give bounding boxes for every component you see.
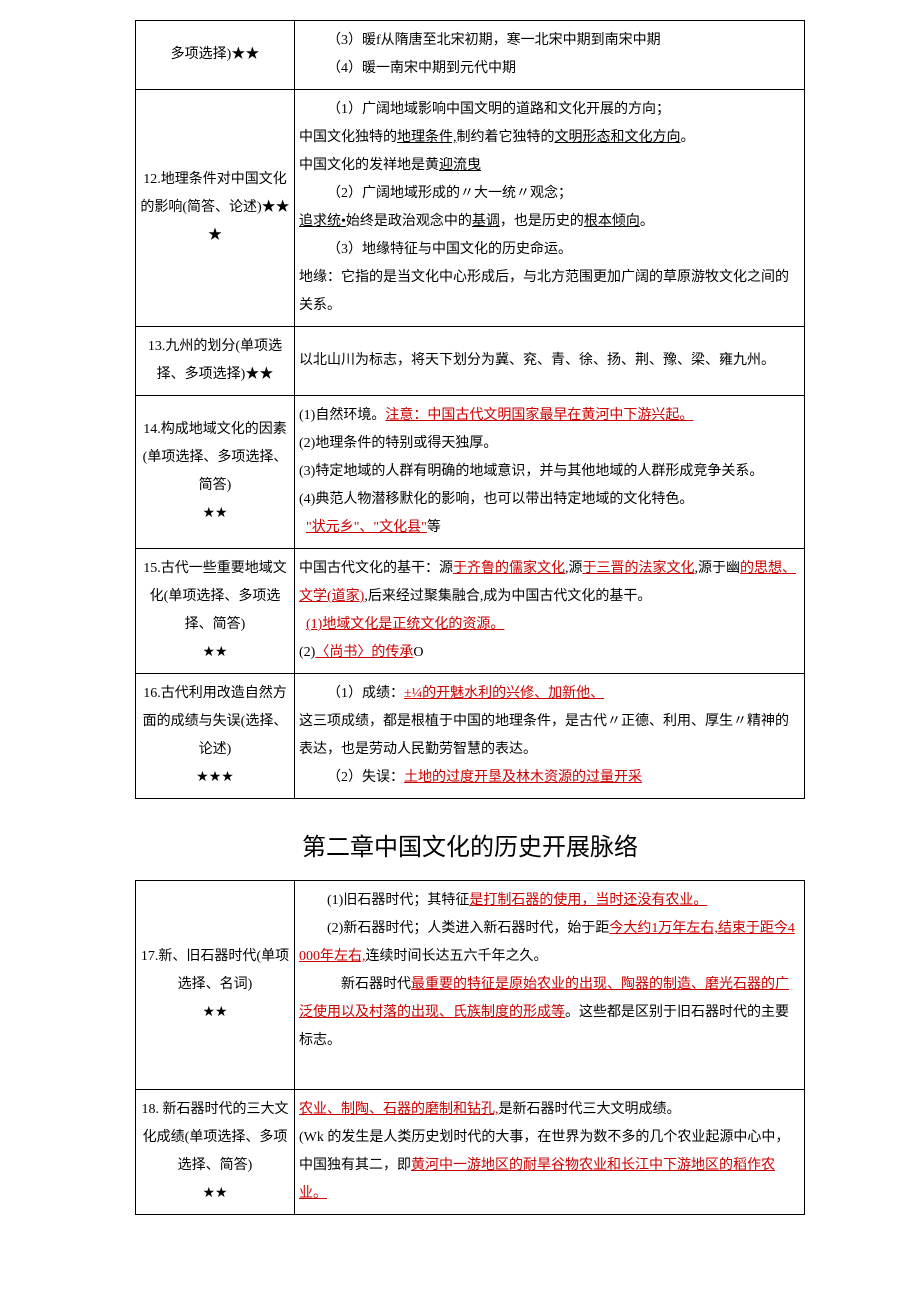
underline-text: 地理条件, [397,130,457,145]
highlight-text: 土地的过度开垦及林木资源的过量开采 [404,770,642,785]
content-line: （2）失误：土地的过度开垦及林木资源的过量开采 [299,764,800,792]
table-row: 14.构成地域文化的因素(单项选择、多项选择、简答) ★★ (1)自然环境。注意… [136,396,805,549]
content-line: 以北山川为标志，将天下划分为冀、兖、青、徐、扬、荆、豫、梁、雍九州。 [299,353,775,368]
content-line: (Wk 的发生是人类历史划时代的大事，在世界为数不多的几个农业起源中心中，中国独… [299,1130,789,1201]
table-row: 17.新、旧石器时代(单项选择、名词) ★★ (1)旧石器时代；其特征是打制石器… [136,881,805,1090]
topic-label: 多项选择)★★ [171,47,260,62]
topic-cell: 17.新、旧石器时代(单项选择、名词) ★★ [136,881,295,1090]
topic-cell: 13.九州的划分(单项选择、多项选择)★★ [136,327,295,396]
stars: ★★ [140,999,290,1027]
topic-cell: 12.地理条件对中国文化的影响(简答、论述)★★★ [136,90,295,327]
underline-text: 文明形态和文化方向 [555,130,681,145]
content-line: 农业、制陶、石器的磨制和钻孔,是新石器时代三大文明成绩。 [299,1102,681,1117]
stars: ★★★ [140,764,290,792]
highlight-text: 于三晋的法家文化 [583,561,695,576]
table-row: 13.九州的划分(单项选择、多项选择)★★ 以北山川为标志，将天下划分为冀、兖、… [136,327,805,396]
content-line: (2)地理条件的特别或得天独厚。 [299,436,497,451]
underline-text: 迎流曳 [439,158,481,173]
topic-label: 15.古代一些重要地域文化(单项选择、多项选择、简答) [143,561,287,632]
chapter-title: 第二章中国文化的历史开展脉络 [135,827,805,862]
topic-label: 16.古代利用改造自然方面的成绩与失误(选择、论述) [143,686,288,757]
content-line: 这三项成绩，都是根植于中国的地理条件，是古代〃正德、利用、厚生〃精神的表达，也是… [299,714,789,757]
content-line: (1)地域文化是正统文化的资源。 [299,617,504,632]
content-line: 新石器时代最重要的特征是原始农业的出现、陶器的制造、磨光石器的广泛使用以及村落的… [299,971,800,1055]
highlight-text: (1)地域文化是正统文化的资源。 [306,617,504,632]
content-line: (3)特定地域的人群有明确的地域意识，并与其他地域的人群形成竞争关系。 [299,464,763,479]
content-cell: (1)旧石器时代；其特征是打制石器的使用，当时还没有农业。 (2)新石器时代；人… [295,881,805,1090]
content-line: (1)旧石器时代；其特征是打制石器的使用，当时还没有农业。 [299,887,800,915]
stars: ★★ [140,639,290,667]
content-line: （1）成绩：±¼的开魅水利的兴修、加新他、 [299,680,800,708]
content-line: 地缘：它指的是当文化中心形成后，与北方范围更加广阔的草原游牧文化之间的关系。 [299,270,789,313]
table-row: 12.地理条件对中国文化的影响(简答、论述)★★★ （1）广阔地域影响中国文明的… [136,90,805,327]
topic-label: 14.构成地域文化的因素(单项选择、多项选择、简答) [143,422,288,493]
table-row: 15.古代一些重要地域文化(单项选择、多项选择、简答) ★★ 中国古代文化的基干… [136,549,805,674]
content-cell: （1）广阔地域影响中国文明的道路和文化开展的方向； 中国文化独特的地理条件,制约… [295,90,805,327]
highlight-text: 是打制石器的使用，当时还没有农业。 [469,893,707,908]
table-row: 16.古代利用改造自然方面的成绩与失误(选择、论述) ★★★ （1）成绩：±¼的… [136,674,805,799]
content-line: (2)新石器时代；人类进入新石器时代，始于距今大约1万年左右,结束于距今4000… [299,915,800,971]
content-cell: （3）暖f从隋唐至北宋初期，寒一北宋中期到南宋中期 （4）暖一南宋中期到元代中期 [295,21,805,90]
content-line: "状元乡"、"文化县"等 [299,520,441,535]
table-row: 多项选择)★★ （3）暖f从隋唐至北宋初期，寒一北宋中期到南宋中期 （4）暖一南… [136,21,805,90]
underline-text: 基调 [472,214,500,229]
topic-cell: 18. 新石器时代的三大文化成绩(单项选择、多项选择、简答) ★★ [136,1090,295,1215]
highlight-text: 〈尚书〉的传承 [315,645,413,660]
content-cell: （1）成绩：±¼的开魅水利的兴修、加新他、 这三项成绩，都是根植于中国的地理条件… [295,674,805,799]
content-cell: 中国古代文化的基干：源于齐鲁的儒家文化,源于三晋的法家文化,源于幽的思想、文学(… [295,549,805,674]
content-line: 追求统•始终是政治观念中的基调，也是历史的根本倾向。 [299,214,654,229]
underline-text: 根本倾向 [584,214,640,229]
topic-label: 17.新、旧石器时代(单项选择、名词) [141,949,289,992]
topic-label: 13.九州的划分(单项选择、多项选择)★★ [148,339,282,382]
highlight-text: ±¼的开魅水利的兴修、加新他、 [404,686,604,701]
content-cell: (1)自然环境。注意：中国古代文明国家最早在黄河中下游兴起。 (2)地理条件的特… [295,396,805,549]
underline-text: 追求统• [299,214,346,229]
content-line: (1)自然环境。注意：中国古代文明国家最早在黄河中下游兴起。 [299,408,693,423]
topic-cell: 15.古代一些重要地域文化(单项选择、多项选择、简答) ★★ [136,549,295,674]
highlight-text: 于齐鲁的儒家文化 [453,561,565,576]
stars: ★★ [140,1180,290,1208]
study-table-2: 17.新、旧石器时代(单项选择、名词) ★★ (1)旧石器时代；其特征是打制石器… [135,880,805,1215]
content-line: （3）暖f从隋唐至北宋初期，寒一北宋中期到南宋中期 [299,27,800,55]
highlight-text: 注意：中国古代文明国家最早在黄河中下游兴起。 [385,408,693,423]
topic-cell: 14.构成地域文化的因素(单项选择、多项选择、简答) ★★ [136,396,295,549]
content-line: （4）暖一南宋中期到元代中期 [299,55,800,83]
highlight-text: 农业、制陶、石器的磨制和钻孔, [299,1102,499,1117]
content-line: （2）广阔地域形成的〃大一统〃观念； [299,180,800,208]
content-line: (4)典范人物潜移默化的影响，也可以带出特定地域的文化特色。 [299,492,693,507]
study-table-1: 多项选择)★★ （3）暖f从隋唐至北宋初期，寒一北宋中期到南宋中期 （4）暖一南… [135,20,805,799]
highlight-text: "状元乡"、"文化县" [306,520,427,535]
content-cell: 农业、制陶、石器的磨制和钻孔,是新石器时代三大文明成绩。 (Wk 的发生是人类历… [295,1090,805,1215]
content-line: 中国文化独特的地理条件,制约着它独特的文明形态和文化方向。 [299,130,695,145]
document-page: 多项选择)★★ （3）暖f从隋唐至北宋初期，寒一北宋中期到南宋中期 （4）暖一南… [0,0,920,1255]
topic-cell: 16.古代利用改造自然方面的成绩与失误(选择、论述) ★★★ [136,674,295,799]
topic-label: 12.地理条件对中国文化的影响(简答、论述)★★★ [140,172,289,243]
topic-cell: 多项选择)★★ [136,21,295,90]
topic-label: 18. 新石器时代的三大文化成绩(单项选择、多项选择、简答) [142,1102,289,1173]
content-line: (2)〈尚书〉的传承O [299,645,423,660]
stars: ★★ [140,500,290,528]
content-line: （3）地缘特征与中国文化的历史命运。 [299,236,800,264]
table-row: 18. 新石器时代的三大文化成绩(单项选择、多项选择、简答) ★★ 农业、制陶、… [136,1090,805,1215]
content-line: 中国文化的发祥地是黄迎流曳 [299,158,481,173]
content-cell: 以北山川为标志，将天下划分为冀、兖、青、徐、扬、荆、豫、梁、雍九州。 [295,327,805,396]
content-line: （1）广阔地域影响中国文明的道路和文化开展的方向； [299,96,800,124]
content-line: 中国古代文化的基干：源于齐鲁的儒家文化,源于三晋的法家文化,源于幽的思想、文学(… [299,561,796,604]
